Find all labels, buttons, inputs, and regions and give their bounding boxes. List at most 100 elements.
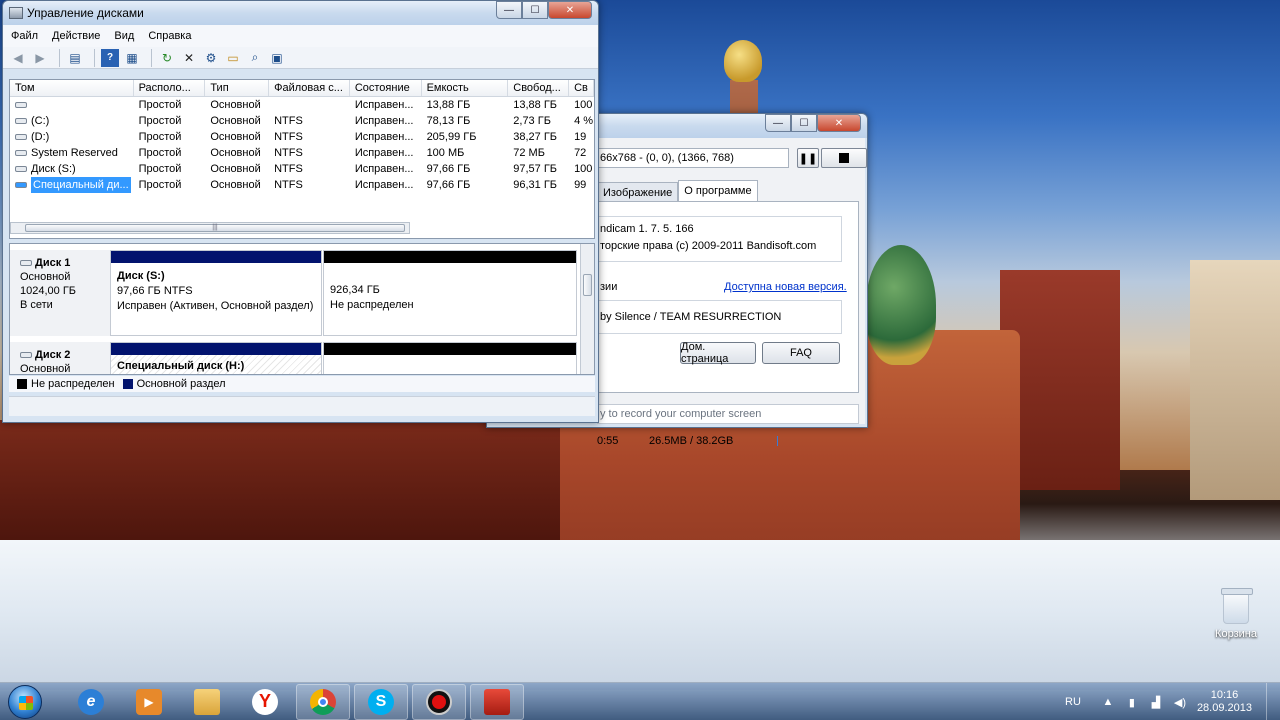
table-row[interactable]: Специальный ди... Простой Основной NTFS Испр… [10, 177, 594, 193]
table-row[interactable]: System Reserved Простой Основной NTFS Исправ… [10, 145, 594, 161]
disk-1-row[interactable]: Диск 1 Основной 1024,00 ГБ В сети Диск (… [10, 250, 578, 342]
minimize-button[interactable]: — [765, 114, 791, 132]
menu-view[interactable]: Вид [114, 30, 134, 42]
toolbar-separator [151, 48, 152, 67]
menu-file[interactable]: Файл [11, 30, 38, 42]
table-row[interactable]: Диск (S:) Простой Основной NTFS Исправен... 9… [10, 161, 594, 177]
show-hidden-icons-icon[interactable]: ▲ [1101, 695, 1115, 709]
partition-s[interactable]: Диск (S:) 97,66 ГБ NTFS Исправен (Активе… [110, 250, 322, 336]
console-icon[interactable]: ▦ [123, 49, 141, 67]
maximize-button[interactable]: ☐ [522, 1, 548, 19]
taskbar-chrome[interactable] [296, 683, 350, 720]
toolbar-separator [94, 48, 95, 67]
column-layout[interactable]: Располо... [134, 80, 206, 96]
disk-icon [20, 260, 32, 266]
taskbar-skype[interactable]: S [354, 683, 408, 720]
file-size: 26.5MB / 38.2GB [649, 435, 734, 447]
column-volume[interactable]: Том [10, 80, 134, 96]
record-icon [426, 688, 452, 715]
unallocated-swatch [17, 379, 27, 389]
start-button[interactable] [0, 683, 50, 720]
cell-free-space: 13,88 ГБ [513, 99, 558, 111]
unallocated-space[interactable]: 926,34 ГБ Не распределен [323, 250, 577, 336]
check-disk-icon[interactable]: ⚙ [202, 49, 220, 67]
search-icon[interactable]: ⌕ [246, 49, 264, 67]
back-icon[interactable]: ◀ [9, 49, 27, 67]
wallpaper-kremlin-wall [0, 420, 620, 550]
taskbar-disk-management[interactable] [470, 683, 524, 720]
disk-management-titlebar[interactable]: Управление дисками — ☐ ✕ [3, 1, 598, 25]
forward-icon[interactable]: ▶ [31, 49, 49, 67]
partition-h[interactable]: Специальный диск (H:) [110, 342, 322, 374]
network-icon[interactable]: ▟ [1149, 695, 1163, 709]
column-percent-free[interactable]: Св [569, 80, 594, 96]
close-button[interactable]: ✕ [548, 1, 592, 19]
cell-type: Основной [210, 99, 261, 111]
pause-button[interactable]: ❚❚ [797, 148, 819, 168]
rescan-icon[interactable]: ▣ [268, 49, 286, 67]
scrollbar-thumb[interactable]: ||| [25, 224, 405, 232]
properties-icon[interactable]: ▤ [66, 49, 84, 67]
unallocated-space-2[interactable] [323, 342, 577, 374]
horizontal-scrollbar[interactable]: ||| [10, 222, 410, 234]
taskbar-internet-explorer[interactable]: e [64, 684, 118, 720]
taskbar-explorer[interactable] [180, 684, 234, 720]
yandex-icon: Y [252, 688, 278, 715]
taskbar-media-player[interactable]: ▶ [122, 684, 176, 720]
stop-button[interactable] [821, 148, 867, 168]
disk-2-info[interactable]: Диск 2 Основной [10, 342, 110, 375]
recycle-bin-label: Корзина [1215, 628, 1257, 640]
tab-about[interactable]: О программе [678, 180, 758, 202]
new-version-link[interactable]: Доступна новая версия. [724, 281, 847, 293]
scrollbar-thumb[interactable] [583, 274, 592, 296]
help-icon[interactable]: ? [101, 48, 119, 67]
delete-icon[interactable]: ✕ [180, 49, 198, 67]
close-button[interactable]: ✕ [817, 114, 861, 132]
column-capacity[interactable]: Емкость [422, 80, 509, 96]
drive-icon [15, 102, 27, 108]
power-icon[interactable]: ▮ [1125, 695, 1139, 709]
disk-1-info[interactable]: Диск 1 Основной 1024,00 ГБ В сети [10, 250, 110, 336]
partition-s-name: Диск (S:) [117, 270, 165, 282]
table-row[interactable]: (D:) Простой Основной NTFS Исправен... 205,99… [10, 129, 594, 145]
clock[interactable]: 10:16 28.09.2013 [1197, 689, 1252, 715]
primary-swatch [122, 379, 133, 389]
refresh-icon[interactable]: ↻ [158, 49, 176, 67]
volume-icon[interactable]: ◀) [1173, 695, 1187, 709]
vertical-scrollbar[interactable] [580, 244, 594, 374]
media-player-icon: ▶ [136, 688, 162, 715]
capture-area-field[interactable]: 66x768 - (0, 0), (1366, 768) [597, 148, 789, 168]
tagline-text: y to record your computer screen [597, 404, 859, 424]
faq-button[interactable]: FAQ [762, 342, 840, 364]
recycle-bin-icon[interactable]: Корзина [1208, 588, 1264, 640]
menu-action[interactable]: Действие [52, 30, 100, 42]
cell-status: Исправен... [354, 147, 414, 159]
clock-time: 10:16 [1210, 689, 1239, 701]
open-folder-icon[interactable]: ▭ [224, 49, 242, 67]
disk-1-type: Основной [20, 271, 71, 283]
column-free-space[interactable]: Свобод... [508, 80, 570, 96]
menu-help[interactable]: Справка [148, 30, 191, 42]
homepage-button[interactable]: Дом. страница [680, 341, 756, 365]
language-indicator[interactable]: RU [1065, 696, 1081, 708]
taskbar-bandicam[interactable] [412, 683, 466, 720]
disk-2-row[interactable]: Диск 2 Основной Специальный диск (H:) [10, 342, 578, 375]
tab-image[interactable]: Изображение [597, 182, 679, 202]
column-filesystem[interactable]: Файловая с... [269, 80, 350, 96]
disk-2-type: Основной [20, 363, 71, 375]
maximize-button[interactable]: ☐ [791, 114, 817, 132]
wallpaper-green-dome [866, 245, 936, 365]
cell-status: Исправен... [354, 131, 414, 143]
column-status[interactable]: Состояние [350, 80, 422, 96]
minimize-button[interactable]: — [496, 1, 522, 19]
column-type[interactable]: Тип [205, 80, 270, 96]
cell-capacity: 97,66 ГБ [426, 179, 471, 191]
table-row[interactable]: Простой Основной Исправен... 13,88 ГБ 13,88 … [10, 97, 594, 113]
app-icon [9, 7, 23, 19]
table-row[interactable]: (C:) Простой Основной NTFS Исправен... 78,13 … [10, 113, 594, 129]
cell-status: Исправен... [354, 115, 414, 127]
taskbar-yandex[interactable]: Y [238, 684, 292, 720]
show-desktop-button[interactable] [1266, 683, 1280, 720]
volume-list-header: Том Располо... Тип Файловая с... Состоян… [10, 80, 594, 97]
unallocated-bar [324, 343, 576, 355]
